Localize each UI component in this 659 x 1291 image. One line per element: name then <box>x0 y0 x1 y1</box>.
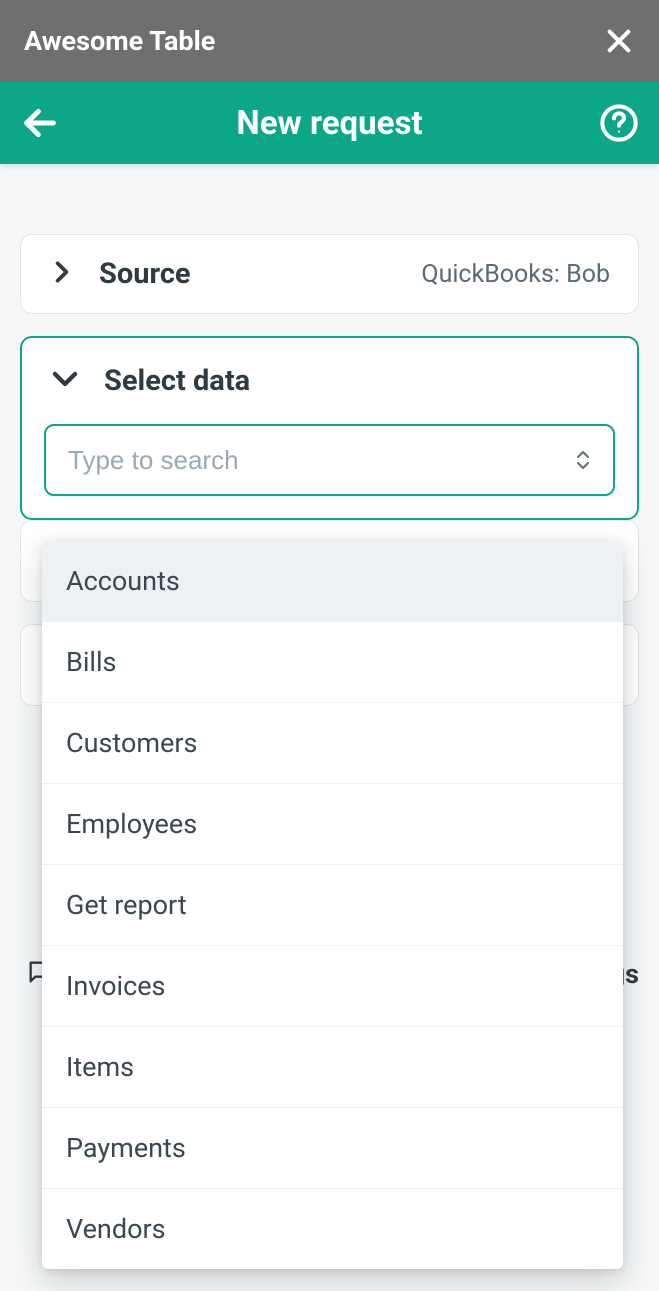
dropdown-option[interactable]: Items <box>42 1027 623 1108</box>
dropdown-option[interactable]: Customers <box>42 703 623 784</box>
source-value: QuickBooks: Bob <box>421 260 610 289</box>
addon-top-bar: Awesome Table <box>0 0 659 82</box>
addon-title: Awesome Table <box>24 25 215 57</box>
dropdown-option[interactable]: Bills <box>42 622 623 703</box>
page-header: New request <box>0 82 659 164</box>
page-title: New request <box>62 104 597 143</box>
source-section[interactable]: Source QuickBooks: Bob <box>20 234 639 314</box>
dropdown-option[interactable]: Employees <box>42 784 623 865</box>
dropdown-option[interactable]: Invoices <box>42 946 623 1027</box>
close-icon[interactable] <box>603 25 635 57</box>
dropdown-option[interactable]: Get report <box>42 865 623 946</box>
select-data-title: Select data <box>104 364 250 398</box>
select-caret-icon[interactable] <box>575 450 591 470</box>
dropdown-option[interactable]: Accounts <box>42 541 623 622</box>
search-input[interactable] <box>68 445 575 476</box>
dropdown-option[interactable]: Vendors <box>42 1189 623 1269</box>
search-combobox[interactable] <box>44 424 615 496</box>
help-button[interactable] <box>597 101 641 145</box>
chevron-down-icon[interactable] <box>50 364 80 398</box>
data-type-dropdown: AccountsBillsCustomersEmployeesGet repor… <box>42 541 623 1269</box>
select-data-section: Select data <box>20 336 639 520</box>
dropdown-option[interactable]: Payments <box>42 1108 623 1189</box>
back-button[interactable] <box>18 101 62 145</box>
source-label: Source <box>99 257 191 291</box>
chevron-right-icon <box>49 259 75 289</box>
